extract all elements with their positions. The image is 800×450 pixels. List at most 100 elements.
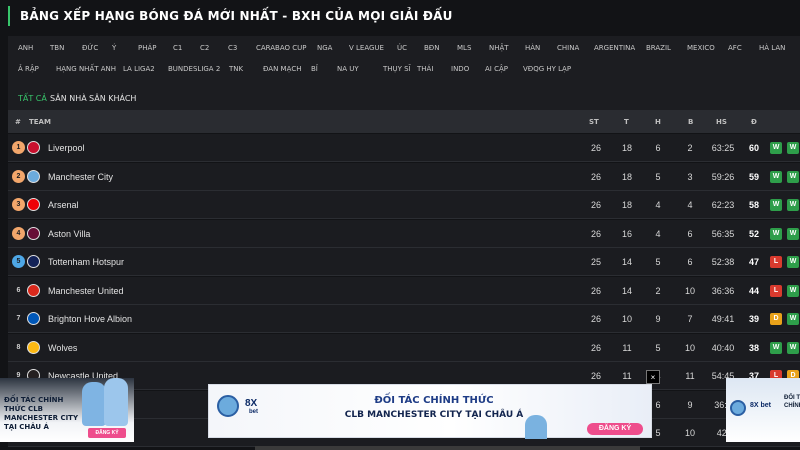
- league-link[interactable]: Anh: [18, 44, 33, 52]
- cell-goals: 52:38: [711, 257, 735, 267]
- filter-tab-home[interactable]: Sân nhà: [50, 94, 87, 103]
- league-link[interactable]: Bỉ: [311, 65, 318, 73]
- form-badge: W: [787, 313, 799, 325]
- rank-badge: 2: [12, 169, 25, 183]
- ad-player-image: [82, 382, 106, 426]
- team-crest-icon: [27, 283, 40, 297]
- league-link[interactable]: Thụy Sĩ: [383, 65, 411, 73]
- league-link[interactable]: AFC: [728, 44, 742, 52]
- team-crest-icon: [27, 312, 40, 325]
- league-link[interactable]: Nhật: [489, 44, 509, 52]
- team-name-link[interactable]: Manchester United: [48, 286, 124, 296]
- league-link[interactable]: BĐN: [424, 44, 439, 52]
- cell-lost: 6: [687, 257, 693, 267]
- league-link[interactable]: NGA: [317, 44, 332, 52]
- league-link[interactable]: Pháp: [138, 44, 157, 52]
- league-link[interactable]: C2: [200, 44, 209, 52]
- form-badge: W: [770, 341, 782, 354]
- form-badge: W: [787, 142, 799, 154]
- rank-badge: 3: [12, 198, 25, 211]
- team-name-link[interactable]: Wolves: [48, 343, 77, 353]
- league-link[interactable]: Na Uy: [337, 65, 359, 73]
- league-link[interactable]: C3: [228, 44, 237, 52]
- table-row[interactable]: 4 Aston Villa 26 16 4 6 56:35 52 W W: [8, 219, 800, 248]
- cell-goals: 36:36: [711, 285, 735, 296]
- league-link[interactable]: Hà Lan: [759, 44, 785, 52]
- man-city-logo-icon: [217, 395, 239, 417]
- table-row[interactable]: 7 Brighton Hove Albion 26 10 9 7 49:41 39 D W: [8, 305, 800, 333]
- cell-won: 14: [621, 285, 632, 296]
- table-row[interactable]: 5 Tottenham Hotspur 25 14 5 6 52:38 47 L W: [8, 248, 800, 276]
- league-link[interactable]: Ý: [112, 44, 116, 52]
- league-link[interactable]: Mexico: [687, 44, 715, 52]
- form-badge: D: [770, 313, 782, 325]
- table-row[interactable]: 1 Liverpool 26 18 6 2 63:25 60 W W: [8, 134, 800, 162]
- form-badge: W: [770, 227, 782, 240]
- team-name-link[interactable]: Manchester City: [48, 172, 113, 182]
- league-link[interactable]: Úc: [397, 44, 407, 52]
- cell-played: 26: [590, 143, 601, 153]
- team-name-link[interactable]: Liverpool: [48, 143, 85, 153]
- league-link[interactable]: Đức: [82, 44, 98, 52]
- ad-banner-center[interactable]: 8X bet ĐỐI TÁC CHÍNH THỨC CLB MANCHESTER…: [208, 384, 652, 439]
- cell-won: 10: [621, 314, 632, 324]
- header-played: ST: [589, 118, 599, 126]
- league-link[interactable]: Indo: [451, 65, 469, 73]
- team-name-link[interactable]: Tottenham Hotspur: [48, 257, 124, 267]
- cell-won: 18: [621, 200, 632, 210]
- cell-lost: 4: [687, 200, 693, 210]
- league-link[interactable]: Argentina: [594, 44, 635, 52]
- team-name-link[interactable]: Brighton Hove Albion: [48, 314, 132, 324]
- man-city-logo-icon: [730, 400, 746, 416]
- cell-points: 38: [748, 342, 759, 353]
- ad-banner-right[interactable]: 8X bet ĐỐI TÁC CHÍNH THỨC: [726, 378, 800, 442]
- ad-right-brand: 8X bet: [750, 402, 772, 409]
- league-link[interactable]: China: [557, 44, 579, 52]
- cell-lost: 9: [687, 399, 693, 410]
- cell-won: 11: [622, 342, 632, 353]
- league-link[interactable]: Carabao Cup: [256, 44, 306, 52]
- league-link[interactable]: Thái: [417, 65, 433, 73]
- cell-played: 26: [590, 171, 601, 182]
- league-link[interactable]: TNK: [229, 65, 243, 73]
- league-link[interactable]: Đan Mạch: [263, 65, 302, 73]
- league-link[interactable]: TBN: [50, 44, 64, 52]
- cell-goals: 49:41: [711, 314, 735, 324]
- cell-played: 26: [590, 371, 601, 381]
- league-link[interactable]: V League: [349, 44, 384, 52]
- table-header: # TEAM ST T H B HS Đ: [8, 110, 800, 133]
- league-link[interactable]: Ả Rập: [18, 65, 39, 73]
- filter-tab-all[interactable]: Tất cả: [18, 94, 47, 103]
- table-row[interactable]: 6 Manchester United 26 14 2 10 36:36 44 L W: [8, 276, 800, 305]
- league-link[interactable]: MLS: [457, 44, 471, 52]
- cell-drawn: 5: [655, 428, 661, 438]
- bottom-scroll-strip: [255, 446, 640, 450]
- cell-points: 44: [748, 285, 759, 296]
- league-link[interactable]: Hàn: [525, 44, 540, 52]
- team-name-link[interactable]: Aston Villa: [48, 229, 90, 239]
- league-link[interactable]: Bundesliga 2: [168, 65, 220, 73]
- team-name-link[interactable]: Arsenal: [48, 200, 79, 210]
- table-row[interactable]: 3 Arsenal 26 18 4 4 62:23 58 W W: [8, 191, 800, 219]
- ad-close-button[interactable]: ×: [646, 370, 660, 384]
- league-link[interactable]: Brazil: [646, 44, 671, 52]
- filter-tab-away[interactable]: Sân khách: [89, 94, 136, 103]
- cell-played: 26: [590, 285, 601, 296]
- form-badge: W: [787, 341, 799, 354]
- ad-left-register-button[interactable]: ĐĂNG KÝ: [88, 428, 126, 438]
- form-badge: W: [787, 256, 799, 268]
- league-link[interactable]: C1: [173, 44, 182, 52]
- league-link[interactable]: Hạng nhất Anh: [56, 65, 116, 73]
- rank-badge: 8: [16, 343, 21, 351]
- cell-goals: 62:23: [711, 200, 735, 210]
- league-link[interactable]: VĐQG Hy Lạp: [523, 65, 571, 73]
- cell-points: 39: [748, 314, 759, 324]
- ad-banner-left[interactable]: ĐỐI TÁC CHÍNH THỨC CLB MANCHESTER CITY T…: [0, 378, 134, 442]
- league-link[interactable]: Ai Cập: [485, 65, 508, 73]
- table-row[interactable]: 2 Manchester City 26 18 5 3 59:26 59 W W: [8, 162, 800, 191]
- header-won: T: [624, 118, 629, 126]
- team-crest-icon: [27, 340, 40, 354]
- league-link[interactable]: La Liga2: [123, 65, 155, 73]
- table-row[interactable]: 8 Wolves 26 11 5 10 40:40 38 W W: [8, 333, 800, 362]
- ad-center-register-button[interactable]: ĐĂNG KÝ: [587, 423, 643, 435]
